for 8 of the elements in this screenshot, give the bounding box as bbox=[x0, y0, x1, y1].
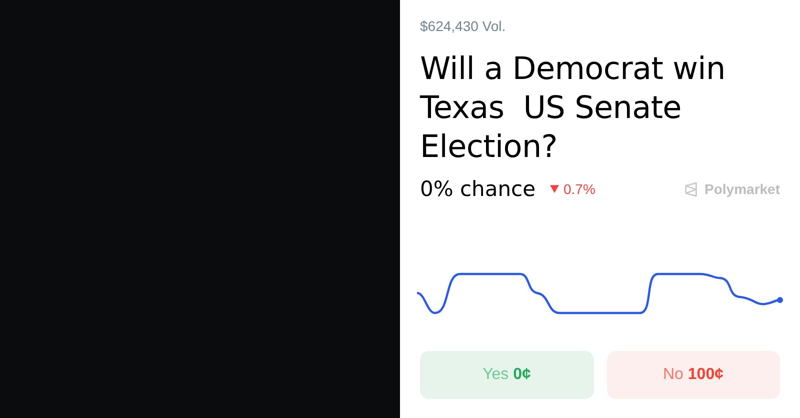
volume-label: $624,430 Vol. bbox=[420, 18, 507, 36]
brand-name: Polymarket bbox=[704, 181, 780, 197]
market-title: Will a Democrat win Texas US Senate Election? bbox=[420, 50, 726, 167]
no-button[interactable]: No 100¢ bbox=[606, 351, 780, 399]
yes-button[interactable]: Yes 0¢ bbox=[420, 351, 594, 399]
chance-label: 0% chance bbox=[420, 177, 536, 201]
change-value: 0.7% bbox=[564, 181, 596, 197]
logo-icon bbox=[684, 182, 699, 196]
